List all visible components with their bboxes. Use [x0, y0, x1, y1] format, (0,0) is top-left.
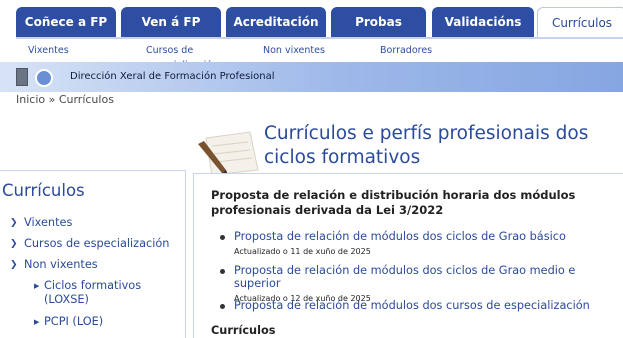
sidebar-subitem-pcpi-loe[interactable]: ▶ PCPI (LOE) [34, 315, 103, 329]
chevron-double-icon: ❯ [10, 217, 18, 228]
subnav-non-vixentes[interactable]: Non vixentes [263, 43, 325, 58]
document-item: Proposta de relación de módulos dos cicl… [220, 230, 566, 256]
subnav-borradores[interactable]: Borradores [380, 43, 432, 58]
document-link[interactable]: Proposta de relación de módulos dos curs… [220, 299, 590, 312]
sub-navigation: Vixentes Cursos de especialización Non v… [16, 37, 623, 71]
xunta-logo-icon [16, 68, 28, 86]
breadcrumb: Inicio » Currículos [16, 93, 114, 106]
sidebar-subitem-label: PCPI (LOE) [44, 315, 104, 328]
sidebar-item-label: Vixentes [24, 216, 73, 229]
sidebar-item-label: Non vixentes [24, 258, 98, 271]
document-date: Actualizado o 11 de xuño de 2025 [234, 247, 371, 256]
chevron-double-icon: ❯ [10, 238, 18, 249]
bullet-icon [220, 304, 225, 309]
emblem-icon [35, 69, 53, 87]
document-item: Proposta de relación de módulos dos cicl… [220, 264, 623, 303]
main-tabbar: Coñece a FP Ven á FP Acreditación Probas… [0, 0, 623, 40]
document-link[interactable]: Proposta de relación de módulos dos cicl… [220, 264, 623, 290]
sidebar-subitem-ciclos-loxse[interactable]: ▶ Ciclos formativos (LOXSE) [34, 279, 144, 307]
sidebar-item-label: Cursos de especialización [24, 237, 170, 250]
section-heading: Currículos [211, 324, 276, 337]
sidebar-subitem-label: Ciclos formativos (LOXSE) [44, 279, 142, 306]
bullet-icon [220, 269, 225, 274]
sidebar: Currículos ❯ Vixentes ❯ Cursos de especi… [0, 170, 186, 338]
document-item: Proposta de relación de módulos dos curs… [220, 299, 590, 312]
triangle-right-icon: ▶ [34, 318, 40, 326]
triangle-right-icon: ▶ [34, 282, 40, 290]
header-banner: Dirección Xeral de Formación Profesional [0, 62, 623, 92]
organization-name: Dirección Xeral de Formación Profesional [70, 71, 275, 82]
sidebar-title: Currículos [2, 181, 85, 200]
page-title: Currículos e perfís profesionais dos cic… [264, 123, 589, 168]
chevron-double-icon: ❯ [10, 259, 18, 270]
sidebar-item-non-vixentes[interactable]: ❯ Non vixentes [10, 258, 98, 271]
intro-heading: Proposta de relación e distribución hora… [211, 188, 576, 217]
document-link[interactable]: Proposta de relación de módulos dos cicl… [220, 230, 566, 243]
bullet-icon [220, 235, 225, 240]
sidebar-item-cursos-especializacion[interactable]: ❯ Cursos de especialización [10, 237, 169, 250]
sidebar-item-vixentes[interactable]: ❯ Vixentes [10, 216, 72, 229]
tab-ven-a-fp[interactable]: Ven á FP [121, 7, 221, 37]
tab-curriculos[interactable]: Currículos [537, 7, 623, 37]
pen-paper-icon [198, 131, 259, 175]
tab-validacions[interactable]: Validacións [432, 7, 534, 37]
tab-acreditacion[interactable]: Acreditación [226, 7, 326, 37]
tab-probas[interactable]: Probas [331, 7, 426, 37]
subnav-vixentes[interactable]: Vixentes [28, 43, 69, 58]
tab-conece-a-fp[interactable]: Coñece a FP [16, 7, 116, 37]
main-content: Proposta de relación e distribución hora… [193, 173, 623, 338]
